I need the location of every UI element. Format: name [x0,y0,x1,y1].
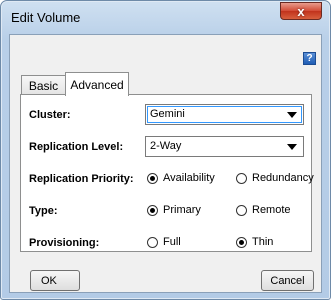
replication-level-label: Replication Level: [29,141,124,153]
radio-label-availability: Availability [163,172,215,184]
edit-volume-dialog: Edit Volume x ? Basic Advanced Cluster: … [0,0,331,300]
radio-button-selected[interactable] [236,236,247,248]
window-title: Edit Volume [11,10,81,25]
radio-button-selected[interactable] [147,204,158,216]
dialog-body: ? Basic Advanced Cluster: Gemini Replica… [9,34,322,293]
cluster-select[interactable]: Gemini [145,104,304,125]
radio-label-primary: Primary [163,204,201,216]
radio-button[interactable] [147,236,158,248]
cluster-label: Cluster: [29,109,71,121]
radio-redundancy[interactable]: Redundancy [236,172,314,184]
radio-full[interactable]: Full [147,236,181,248]
tab-basic[interactable]: Basic [21,75,66,95]
radio-button-selected[interactable] [147,172,158,184]
replication-priority-label: Replication Priority: [29,173,134,185]
radio-remote[interactable]: Remote [236,204,291,216]
radio-thin[interactable]: Thin [236,236,273,248]
close-button[interactable]: x [280,2,322,20]
replication-level-value: 2-Way [150,140,182,152]
tab-advanced[interactable]: Advanced [65,72,129,96]
help-icon[interactable]: ? [303,52,316,65]
ok-button[interactable]: OK [30,270,80,291]
radio-button[interactable] [236,172,247,184]
radio-primary[interactable]: Primary [147,204,201,216]
close-icon: x [297,3,305,19]
radio-label-redundancy: Redundancy [252,172,314,184]
type-label: Type: [29,205,58,217]
radio-label-remote: Remote [252,204,291,216]
replication-level-select[interactable]: 2-Way [145,136,304,157]
chevron-down-icon [287,144,297,150]
advanced-panel: Cluster: Gemini Replication Level: 2-Way… [20,94,314,252]
chevron-down-icon [287,112,297,118]
title-bar[interactable]: Edit Volume x [1,1,330,34]
provisioning-label: Provisioning: [29,237,100,249]
radio-label-thin: Thin [252,236,274,248]
radio-label-full: Full [163,236,181,248]
cancel-button[interactable]: Cancel [261,270,314,291]
radio-availability[interactable]: Availability [147,172,215,184]
radio-button[interactable] [236,204,247,216]
cluster-value: Gemini [150,108,185,120]
